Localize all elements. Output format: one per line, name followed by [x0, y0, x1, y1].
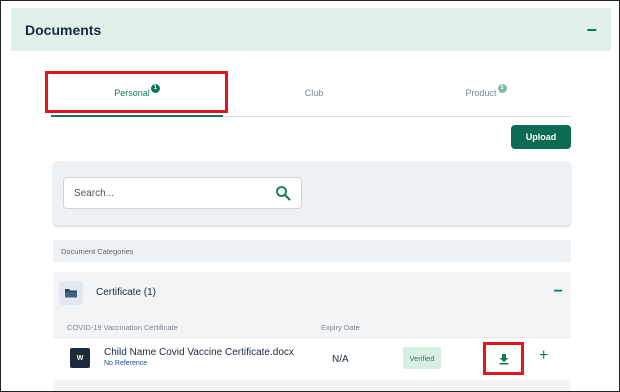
search-panel [53, 161, 571, 225]
download-icon [499, 353, 508, 364]
documents-page: Documents − Personal 1 Club Product 1 Up… [0, 0, 620, 392]
document-expiry: N/A [332, 354, 349, 365]
add-button[interactable]: + [539, 348, 548, 364]
search-input[interactable] [74, 187, 275, 199]
tab-personal-badge: 1 [150, 83, 160, 93]
search-box[interactable] [63, 177, 302, 209]
document-categories-header: Document Categories [53, 240, 571, 262]
document-reference: No Reference [104, 360, 148, 367]
collapse-icon[interactable]: − [586, 21, 597, 39]
word-file-icon: W [70, 348, 90, 368]
tab-personal-label: Personal [114, 88, 150, 98]
tab-product-label: Product [465, 88, 497, 98]
document-tabs: Personal 1 Club Product 1 [51, 71, 571, 117]
category-certificate: Certificate (1) − COVID-19 Vaccination C… [53, 272, 571, 391]
folder-icon [59, 281, 83, 305]
column-header-name: COVID-19 Vaccination Certificate [67, 323, 178, 332]
category-collapse-icon[interactable]: − [554, 283, 563, 301]
tab-club[interactable]: Club [229, 71, 399, 115]
column-header-expiry: Expiry Date [321, 323, 360, 332]
category-title: Certificate (1) [96, 287, 157, 298]
tab-product-badge: 1 [497, 83, 507, 93]
tab-club-label: Club [304, 88, 324, 98]
download-button[interactable] [483, 342, 524, 375]
documents-header[interactable]: Documents − [11, 8, 611, 51]
category-header-row[interactable]: Certificate (1) − [53, 272, 571, 314]
document-row: W Child Name Covid Vaccine Certificate.d… [53, 337, 571, 380]
search-icon[interactable] [275, 185, 291, 201]
tab-personal[interactable]: Personal 1 [51, 71, 223, 117]
upload-button[interactable]: Upload [511, 125, 571, 149]
tab-product[interactable]: Product 1 [401, 71, 571, 115]
document-name[interactable]: Child Name Covid Vaccine Certificate.doc… [104, 347, 294, 358]
status-badge: Verified [403, 347, 441, 369]
page-title: Documents [25, 21, 102, 38]
